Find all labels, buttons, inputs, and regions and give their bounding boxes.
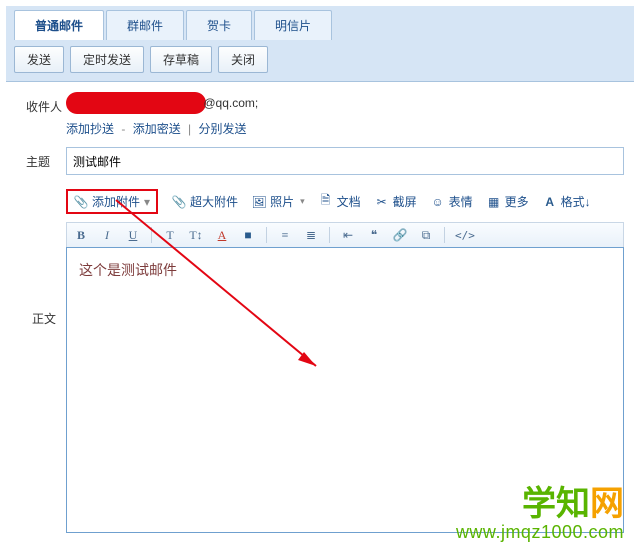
quote-button[interactable]: ❝ — [366, 228, 382, 243]
send-button[interactable]: 发送 — [14, 46, 64, 73]
watermark-text-1b: 网 — [590, 485, 624, 523]
sep-dash: - — [118, 122, 129, 136]
font-icon: A — [543, 195, 557, 209]
align-button[interactable]: ≡ — [277, 228, 293, 243]
header-area: 普通邮件 群邮件 贺卡 明信片 发送 定时发送 存草稿 关闭 — [6, 6, 634, 82]
bold-button[interactable]: B — [73, 228, 89, 243]
indent-button[interactable]: ⇤ — [340, 228, 356, 243]
add-attachment-button[interactable]: 📎 添加附件 ▾ — [66, 189, 158, 214]
font-color-button[interactable]: A — [214, 228, 230, 243]
subject-label: 主题 — [26, 147, 66, 170]
font-size-button[interactable]: T — [162, 228, 178, 243]
add-bcc-link[interactable]: 添加密送 — [133, 122, 181, 136]
toolbar-separator — [151, 227, 152, 243]
toolbar-separator — [266, 227, 267, 243]
large-attachment-label: 超大附件 — [190, 193, 238, 210]
sep-pipe: | — [185, 122, 195, 136]
body-text: 这个是测试邮件 — [79, 262, 177, 278]
document-button[interactable]: 🗎 文档 — [319, 193, 361, 210]
scissors-icon: ✂ — [375, 195, 389, 209]
watermark-text-1a: 学知 — [522, 485, 590, 523]
close-button[interactable]: 关闭 — [218, 46, 268, 73]
attachment-toolbar: 📎 添加附件 ▾ 📎 超大附件 🖼 照片 ▾ 🗎 文档 ✂ 截屏 ☺ 表情 ▦ 更多 A 格式↓ — [6, 185, 634, 222]
tab-group-mail[interactable]: 群邮件 — [106, 10, 184, 40]
subject-row: 主题 — [26, 147, 624, 175]
tab-greeting-card[interactable]: 贺卡 — [186, 10, 252, 40]
compose-form: 收件人 @qq.com; 添加抄送 - 添加密送 | 分别发送 主题 — [6, 82, 634, 175]
photo-label: 照片 — [270, 193, 294, 210]
tab-postcard[interactable]: 明信片 — [254, 10, 332, 40]
recipient-row: 收件人 @qq.com; 添加抄送 - 添加密送 | 分别发送 — [26, 92, 624, 137]
add-attachment-label: 添加附件 — [92, 193, 140, 210]
recipient-label: 收件人 — [26, 92, 66, 115]
photo-button[interactable]: 🖼 照片 ▾ — [252, 193, 305, 210]
chevron-down-icon: ▾ — [300, 196, 305, 207]
underline-button[interactable]: U — [125, 228, 141, 243]
emoji-button[interactable]: ☺ 表情 — [431, 193, 473, 210]
editor-toolbar: B I U T T↕ A ■ ≡ ≣ ⇤ ❝ 🔗 ⧉ </> — [66, 222, 624, 247]
more-button[interactable]: ▦ 更多 — [487, 193, 529, 210]
screenshot-label: 截屏 — [393, 193, 417, 210]
timed-send-button[interactable]: 定时发送 — [70, 46, 144, 73]
list-button[interactable]: ≣ — [303, 228, 319, 243]
paperclip-icon: 📎 — [74, 195, 88, 209]
compose-tabs: 普通邮件 群邮件 贺卡 明信片 — [6, 6, 634, 40]
font-size2-button[interactable]: T↕ — [188, 228, 204, 243]
tab-normal-mail[interactable]: 普通邮件 — [14, 10, 104, 40]
link-button[interactable]: 🔗 — [392, 228, 408, 243]
screenshot-button[interactable]: ✂ 截屏 — [375, 193, 417, 210]
emoji-label: 表情 — [449, 193, 473, 210]
document-icon: 🗎 — [319, 195, 333, 209]
large-attachment-button[interactable]: 📎 超大附件 — [172, 193, 238, 210]
recipient-redacted — [66, 92, 206, 114]
add-cc-link[interactable]: 添加抄送 — [66, 122, 114, 136]
watermark-url: www.jmqz1000.com — [456, 523, 624, 541]
save-draft-button[interactable]: 存草稿 — [150, 46, 212, 73]
recipient-links: 添加抄送 - 添加密送 | 分别发送 — [66, 120, 624, 137]
paperclip-icon: 📎 — [172, 195, 186, 209]
bg-color-button[interactable]: ■ — [240, 228, 256, 243]
italic-button[interactable]: I — [99, 228, 115, 243]
action-buttons: 发送 定时发送 存草稿 关闭 — [6, 40, 634, 81]
document-label: 文档 — [337, 193, 361, 210]
grid-icon: ▦ — [487, 195, 501, 209]
source-button[interactable]: </> — [455, 229, 475, 242]
body-label: 正文 — [32, 310, 56, 327]
format-label: 格式↓ — [561, 193, 591, 210]
photo-icon: 🖼 — [252, 195, 266, 209]
watermark: 学知网 www.jmqz1000.com — [456, 487, 624, 541]
separate-send-link[interactable]: 分别发送 — [199, 122, 247, 136]
toolbar-separator — [444, 227, 445, 243]
subject-input[interactable] — [66, 147, 624, 175]
more-label: 更多 — [505, 193, 529, 210]
add-attachment-dropdown[interactable]: ▾ — [144, 195, 150, 209]
format-button[interactable]: A 格式↓ — [543, 193, 591, 210]
image-button[interactable]: ⧉ — [418, 228, 434, 243]
toolbar-separator — [329, 227, 330, 243]
smile-icon: ☺ — [431, 195, 445, 209]
recipient-suffix: @qq.com; — [203, 96, 258, 110]
